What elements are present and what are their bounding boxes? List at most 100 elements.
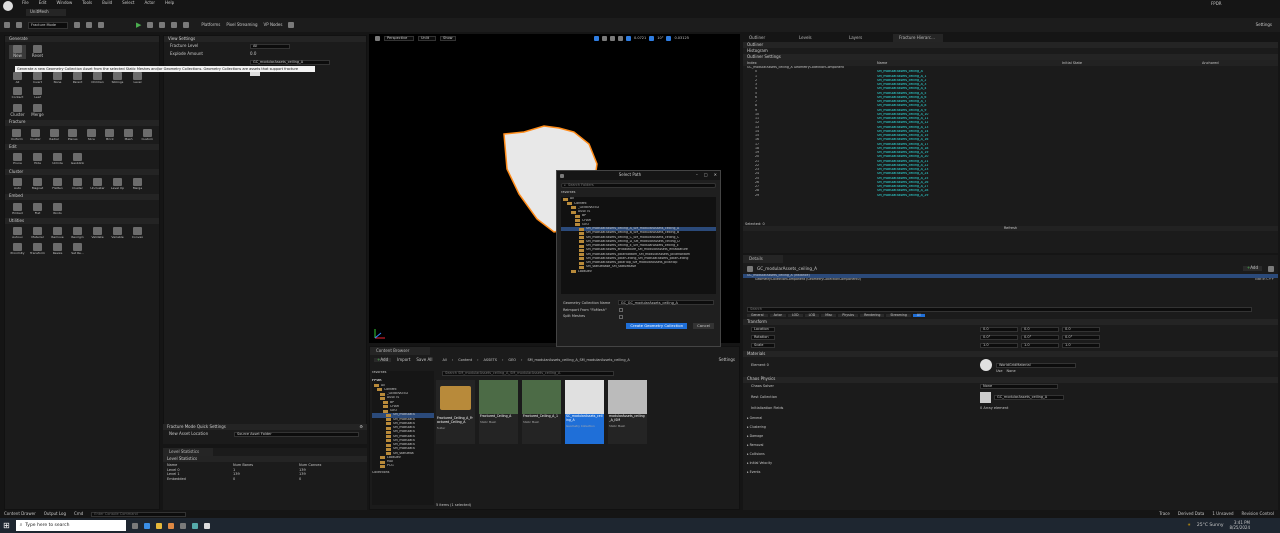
- breadcrumb-item[interactable]: All: [442, 358, 446, 362]
- select-leaf-button[interactable]: Leaf: [29, 87, 46, 100]
- filter-tab-misc[interactable]: Misc: [821, 313, 837, 318]
- folder-search-input[interactable]: ⌕ Search Folders: [561, 183, 716, 188]
- cluster-auto-button[interactable]: Auto: [9, 177, 26, 191]
- filter-tab-streaming[interactable]: Streaming: [886, 313, 911, 318]
- explode-value[interactable]: 0.0: [250, 51, 256, 57]
- fracture-uniform-button[interactable]: Uniform: [9, 128, 25, 142]
- utility-resize-button[interactable]: Resize: [49, 242, 66, 256]
- details-group-removal[interactable]: ▸ Removal: [743, 442, 1278, 451]
- minimize-icon[interactable]: –: [696, 172, 698, 178]
- content-browser-tab[interactable]: Content Browser: [370, 347, 430, 355]
- scale-value[interactable]: 0.03125: [674, 36, 688, 40]
- unsaved-button[interactable]: 1 Unsaved: [1212, 511, 1233, 517]
- asset-tile[interactable]: Fractured_Ceiling_A Static Mesh: [479, 380, 518, 444]
- stop-icon[interactable]: [159, 22, 166, 28]
- select-invert-button[interactable]: Invert: [29, 71, 46, 85]
- pixel-streaming-menu[interactable]: Pixel Streaming: [226, 22, 257, 28]
- details-group-collisions[interactable]: ▸ Collisions: [743, 451, 1278, 460]
- close-icon[interactable]: ✕: [714, 172, 717, 178]
- edit-prune-button[interactable]: Prune: [9, 153, 26, 166]
- folder-tree-item[interactable]: LookDev: [561, 270, 716, 274]
- blueprint-add-icon[interactable]: [1268, 265, 1274, 272]
- merge-select-button[interactable]: Merge: [29, 103, 46, 118]
- fracture-mesh-button[interactable]: Mesh: [121, 128, 137, 142]
- menu-actor[interactable]: Actor: [144, 0, 155, 6]
- fracture-brick-button[interactable]: Brick: [102, 128, 118, 142]
- file-explorer-icon[interactable]: [155, 522, 162, 529]
- select-tool-icon[interactable]: [594, 36, 599, 41]
- filter-tab-rendering[interactable]: Rendering: [860, 313, 885, 318]
- console-input[interactable]: Enter Console Command: [91, 512, 187, 517]
- location-value[interactable]: 0.0: [1021, 326, 1059, 332]
- menu-tools[interactable]: Tools: [82, 0, 92, 6]
- rotation-value[interactable]: 0.0°: [1062, 334, 1100, 340]
- cluster-uncluster-button[interactable]: Uncluster: [89, 177, 106, 191]
- grid-snap-icon[interactable]: [626, 36, 631, 41]
- cluster-flatten-button[interactable]: Flatten: [49, 177, 66, 191]
- select-children-button[interactable]: Children: [89, 71, 106, 85]
- material-dropdown[interactable]: WorldGridMaterial: [996, 362, 1076, 368]
- import-button[interactable]: Import: [397, 357, 410, 363]
- select-level-button[interactable]: Level: [129, 71, 146, 85]
- embed-rinds-button[interactable]: Rinds: [49, 202, 66, 216]
- fracture-slice-button[interactable]: Slice: [84, 128, 100, 142]
- new-button[interactable]: New: [9, 45, 26, 59]
- scale-tool-icon[interactable]: [618, 36, 623, 41]
- filter-tab-actor[interactable]: Actor: [769, 313, 786, 318]
- outliner-tab-layers[interactable]: Layers: [843, 34, 893, 42]
- angle-snap-icon[interactable]: [649, 36, 655, 41]
- add-button[interactable]: + Add: [374, 357, 392, 363]
- details-group-clustering[interactable]: ▸ Clustering: [743, 424, 1278, 433]
- asset-tile[interactable]: SC_modularAssets_ceiling_A Geometry Colle…: [565, 380, 604, 444]
- details-group-initial-velocity[interactable]: ▸ Initial Velocity: [743, 460, 1278, 469]
- scale-snap-icon[interactable]: [666, 36, 672, 41]
- embed-embed-button[interactable]: Embed: [9, 202, 26, 216]
- reset-button[interactable]: Reset: [29, 45, 46, 59]
- dialog-favorites[interactable]: Favorites: [557, 191, 720, 195]
- rotate-tool-icon[interactable]: [610, 36, 615, 41]
- scale-value[interactable]: 1.0: [1021, 342, 1059, 348]
- details-tab[interactable]: Details: [743, 255, 783, 263]
- split-checkbox[interactable]: [619, 314, 623, 319]
- fracture-planes-button[interactable]: Planes: [65, 128, 81, 142]
- store-icon[interactable]: [179, 522, 186, 529]
- fracture-level-dropdown[interactable]: All: [250, 43, 290, 49]
- utility-set-re-button[interactable]: Set Re...: [69, 242, 86, 256]
- menu-file[interactable]: File: [22, 0, 29, 6]
- rotation-value[interactable]: 0.0°: [980, 334, 1018, 340]
- breadcrumb-item[interactable]: ASSETS: [484, 358, 497, 362]
- fracture-cluster-button[interactable]: Cluster: [28, 128, 44, 142]
- embed-flat-button[interactable]: Flat: [29, 202, 46, 216]
- task-view-icon[interactable]: [131, 522, 138, 529]
- chaos-solver-dropdown[interactable]: None: [980, 383, 1058, 389]
- breadcrumb-item[interactable]: Content: [458, 358, 472, 362]
- menu-edit[interactable]: Edit: [39, 0, 47, 6]
- filter-tab-lod[interactable]: LOD: [804, 313, 820, 318]
- collection-name-input[interactable]: GC_GC_modularAssets_ceiling_A: [617, 300, 714, 306]
- details-add-button[interactable]: +Add: [1242, 265, 1262, 271]
- mode-dropdown[interactable]: Fracture Mode: [28, 21, 68, 29]
- move-tool-icon[interactable]: [602, 36, 607, 41]
- menu-help[interactable]: Help: [165, 0, 174, 6]
- document-tab[interactable]: UnitMesh: [26, 9, 66, 16]
- rest-collection-dropdown[interactable]: GC_modularAssets_ceiling_A: [994, 395, 1064, 401]
- content-drawer-button[interactable]: Content Drawer: [4, 511, 36, 517]
- cluster-level-up-button[interactable]: Level Up: [109, 177, 126, 191]
- vp-nodes-menu[interactable]: VP Nodes: [264, 22, 283, 28]
- reimport-checkbox[interactable]: [619, 308, 623, 313]
- select-all-button[interactable]: All: [9, 71, 26, 85]
- windows-start-icon[interactable]: ⊞: [3, 521, 10, 531]
- scale-value[interactable]: 1.0: [1062, 342, 1100, 348]
- select-parent-button[interactable]: Parent: [69, 71, 86, 85]
- show-button[interactable]: Show: [440, 36, 456, 41]
- asset-tile[interactable]: Fractured_Ceiling_A_1 Static Mesh: [522, 380, 561, 444]
- create-geometry-collection-button[interactable]: Create Geometry Collection: [626, 322, 688, 330]
- asset-tile[interactable]: modularAssets_ceiling_A_ISM Static Mesh: [608, 380, 647, 444]
- cb-tree-item[interactable]: PCG: [372, 464, 434, 468]
- select-contact-button[interactable]: Contact: [9, 87, 26, 100]
- step-icon[interactable]: [147, 22, 154, 28]
- platforms-menu[interactable]: Platforms: [201, 22, 220, 28]
- location-value[interactable]: 0.0: [1062, 326, 1100, 332]
- output-log-button[interactable]: Output Log: [44, 511, 66, 517]
- edit-hide-button[interactable]: Hide: [29, 153, 46, 166]
